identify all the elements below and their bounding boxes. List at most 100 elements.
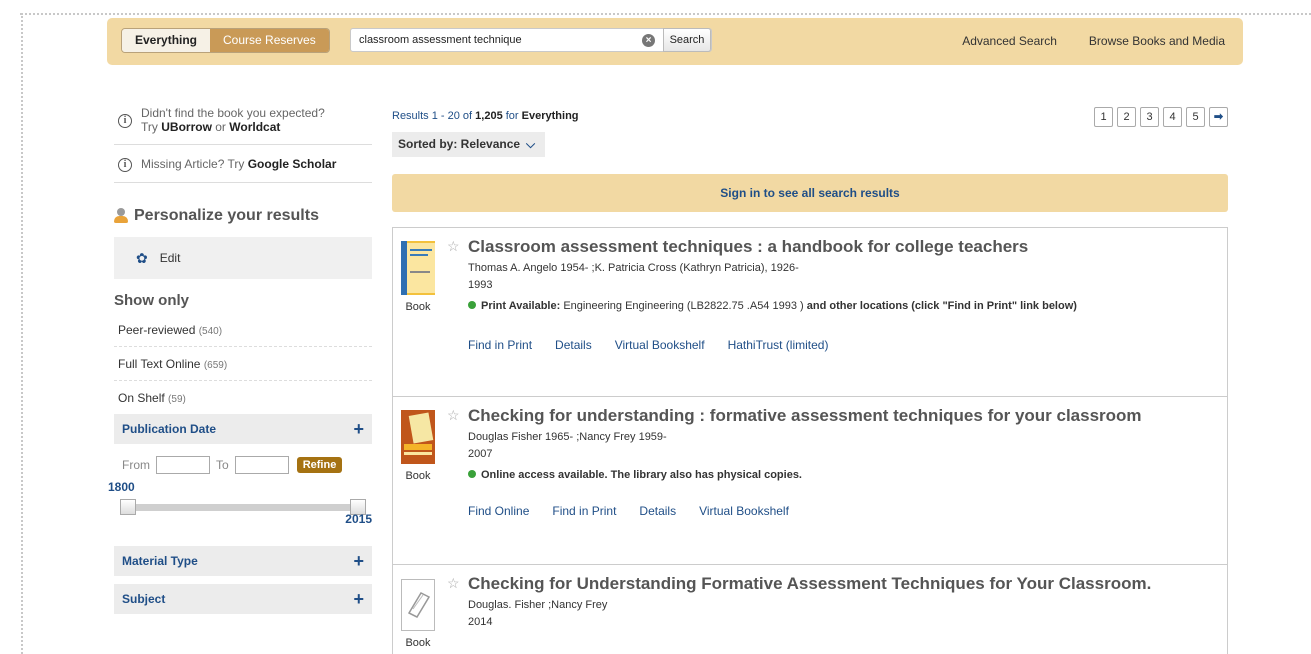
record-title[interactable]: Classroom assessment techniques : a hand…	[468, 237, 1227, 257]
pagination: 1 2 3 4 5 ➡	[1094, 107, 1228, 127]
find-in-print-link[interactable]: Find in Print	[468, 338, 532, 352]
hathitrust-link[interactable]: HathiTrust (limited)	[728, 338, 829, 352]
book-hint: i Didn't find the book you expected? Try…	[114, 100, 372, 145]
availability-location: Engineering Engineering (LB2822.75 .A54 …	[563, 300, 804, 312]
edit-preferences-button[interactable]: ✿ Edit	[114, 237, 372, 279]
to-label: To	[216, 458, 229, 472]
show-only-heading: Show only	[114, 292, 189, 309]
record-title[interactable]: Checking for understanding : formative a…	[468, 406, 1227, 426]
book-hint-text: Didn't find the book you expected?	[141, 106, 325, 120]
user-icon	[114, 208, 128, 224]
result-item: Book ☆ Classroom assessment techniques :…	[393, 228, 1227, 397]
article-hint: i Missing Article? Try Google Scholar	[114, 145, 372, 183]
availability-label: Print Available:	[481, 300, 561, 312]
filter-on-shelf[interactable]: On Shelf (59)	[114, 381, 372, 414]
page-2-button[interactable]: 2	[1117, 107, 1136, 127]
record-year: 2014	[468, 616, 493, 628]
availability-status: Print Available: Engineering Engineering…	[468, 297, 1227, 315]
star-icon[interactable]: ☆	[447, 407, 460, 424]
details-link[interactable]: Details	[639, 504, 676, 518]
chevron-down-icon: ⌵	[526, 137, 536, 151]
available-status-icon	[468, 470, 476, 478]
personalize-heading: Personalize your results	[114, 207, 372, 225]
info-icon: i	[118, 158, 132, 172]
facet-subject[interactable]: Subject +	[114, 584, 372, 614]
scope-course-reserves-button[interactable]: Course Reserves	[210, 29, 329, 52]
page-1-button[interactable]: 1	[1094, 107, 1113, 127]
clear-search-icon[interactable]: ×	[642, 34, 655, 47]
results-list: Book ☆ Classroom assessment techniques :…	[392, 227, 1228, 654]
slider-high-value: 2015	[345, 512, 372, 526]
filter-label: Peer-reviewed	[118, 323, 196, 337]
plus-icon: +	[353, 588, 364, 609]
page-4-button[interactable]: 4	[1163, 107, 1182, 127]
filter-count: (540)	[198, 326, 223, 337]
sidebar: i Didn't find the book you expected? Try…	[108, 100, 372, 614]
facet-label: Subject	[122, 592, 166, 606]
worldcat-link[interactable]: Worldcat	[229, 120, 280, 134]
record-type: Book	[405, 470, 431, 482]
available-status-icon	[468, 301, 476, 309]
advanced-search-link[interactable]: Advanced Search	[962, 34, 1057, 48]
slider-low-handle[interactable]	[120, 499, 136, 515]
frame-top-border	[20, 13, 1311, 15]
facet-material-type[interactable]: Material Type +	[114, 546, 372, 576]
slider-track[interactable]	[122, 504, 364, 511]
record-year: 1993	[468, 279, 493, 291]
record-actions: Find Online Find in Print Details Virtua…	[468, 504, 1227, 527]
date-range-row: From To Refine	[114, 444, 372, 474]
from-label: From	[122, 458, 150, 472]
facet-label: Material Type	[122, 554, 198, 568]
uborrow-link[interactable]: UBorrow	[161, 120, 212, 134]
results-scope: Everything	[521, 110, 579, 122]
search-input[interactable]: classroom assessment technique × Search	[350, 28, 712, 52]
plus-icon: +	[353, 418, 364, 439]
article-hint-text: Missing Article? Try	[141, 157, 245, 171]
result-item: Book ☆ Checking for understanding : form…	[393, 397, 1227, 565]
record-type: Book	[405, 637, 431, 649]
search-query-text: classroom assessment technique	[359, 34, 522, 46]
results-range: Results 1 - 20 of	[392, 110, 473, 122]
details-link[interactable]: Details	[555, 338, 592, 352]
virtual-bookshelf-link[interactable]: Virtual Bookshelf	[699, 504, 789, 518]
availability-status: Online access available. The library als…	[468, 466, 1227, 484]
sort-dropdown[interactable]: Sorted by: Relevance ⌵	[392, 132, 546, 157]
page-3-button[interactable]: 3	[1140, 107, 1159, 127]
facet-publication-date[interactable]: Publication Date +	[114, 414, 372, 444]
page-5-button[interactable]: 5	[1186, 107, 1205, 127]
search-button[interactable]: Search	[663, 28, 711, 52]
refine-button[interactable]: Refine	[296, 457, 343, 473]
find-in-print-link[interactable]: Find in Print	[552, 504, 616, 518]
record-authors: Douglas. Fisher ;Nancy Frey	[468, 599, 608, 611]
next-page-arrow-icon[interactable]: ➡	[1209, 107, 1228, 127]
frame-left-border	[21, 13, 23, 654]
book-cover-thumbnail[interactable]	[401, 241, 435, 295]
filter-peer-reviewed[interactable]: Peer-reviewed (540)	[114, 313, 372, 347]
record-title[interactable]: Checking for Understanding Formative Ass…	[468, 574, 1227, 594]
filter-full-text-online[interactable]: Full Text Online (659)	[114, 347, 372, 381]
virtual-bookshelf-link[interactable]: Virtual Bookshelf	[615, 338, 705, 352]
info-icon: i	[118, 114, 132, 128]
book-hint-try: Try	[141, 120, 158, 134]
scope-toggle: Everything Course Reserves	[121, 28, 330, 53]
record-actions: Find in Print Details Virtual Bookshelf …	[468, 338, 1227, 361]
scope-everything-button[interactable]: Everything	[122, 29, 211, 52]
book-placeholder-icon[interactable]	[401, 579, 435, 631]
record-type: Book	[405, 301, 431, 313]
star-icon[interactable]: ☆	[447, 238, 460, 255]
filter-count: (659)	[203, 360, 228, 371]
sort-label: Sorted by: Relevance	[398, 137, 521, 151]
record-authors: Thomas A. Angelo 1954- ;K. Patricia Cros…	[468, 262, 799, 274]
show-only-filters: Peer-reviewed (540) Full Text Online (65…	[114, 313, 372, 414]
browse-books-link[interactable]: Browse Books and Media	[1089, 34, 1225, 48]
google-scholar-link[interactable]: Google Scholar	[248, 157, 337, 171]
filter-label: On Shelf	[118, 391, 165, 405]
filter-label: Full Text Online	[118, 357, 201, 371]
sign-in-banner[interactable]: Sign in to see all search results	[392, 174, 1228, 212]
book-cover-thumbnail[interactable]	[401, 410, 435, 464]
star-icon[interactable]: ☆	[447, 575, 460, 592]
result-item: Book ☆ Checking for Understanding Format…	[393, 565, 1227, 654]
find-online-link[interactable]: Find Online	[468, 504, 529, 518]
date-from-input[interactable]	[156, 456, 210, 474]
date-to-input[interactable]	[234, 456, 289, 474]
